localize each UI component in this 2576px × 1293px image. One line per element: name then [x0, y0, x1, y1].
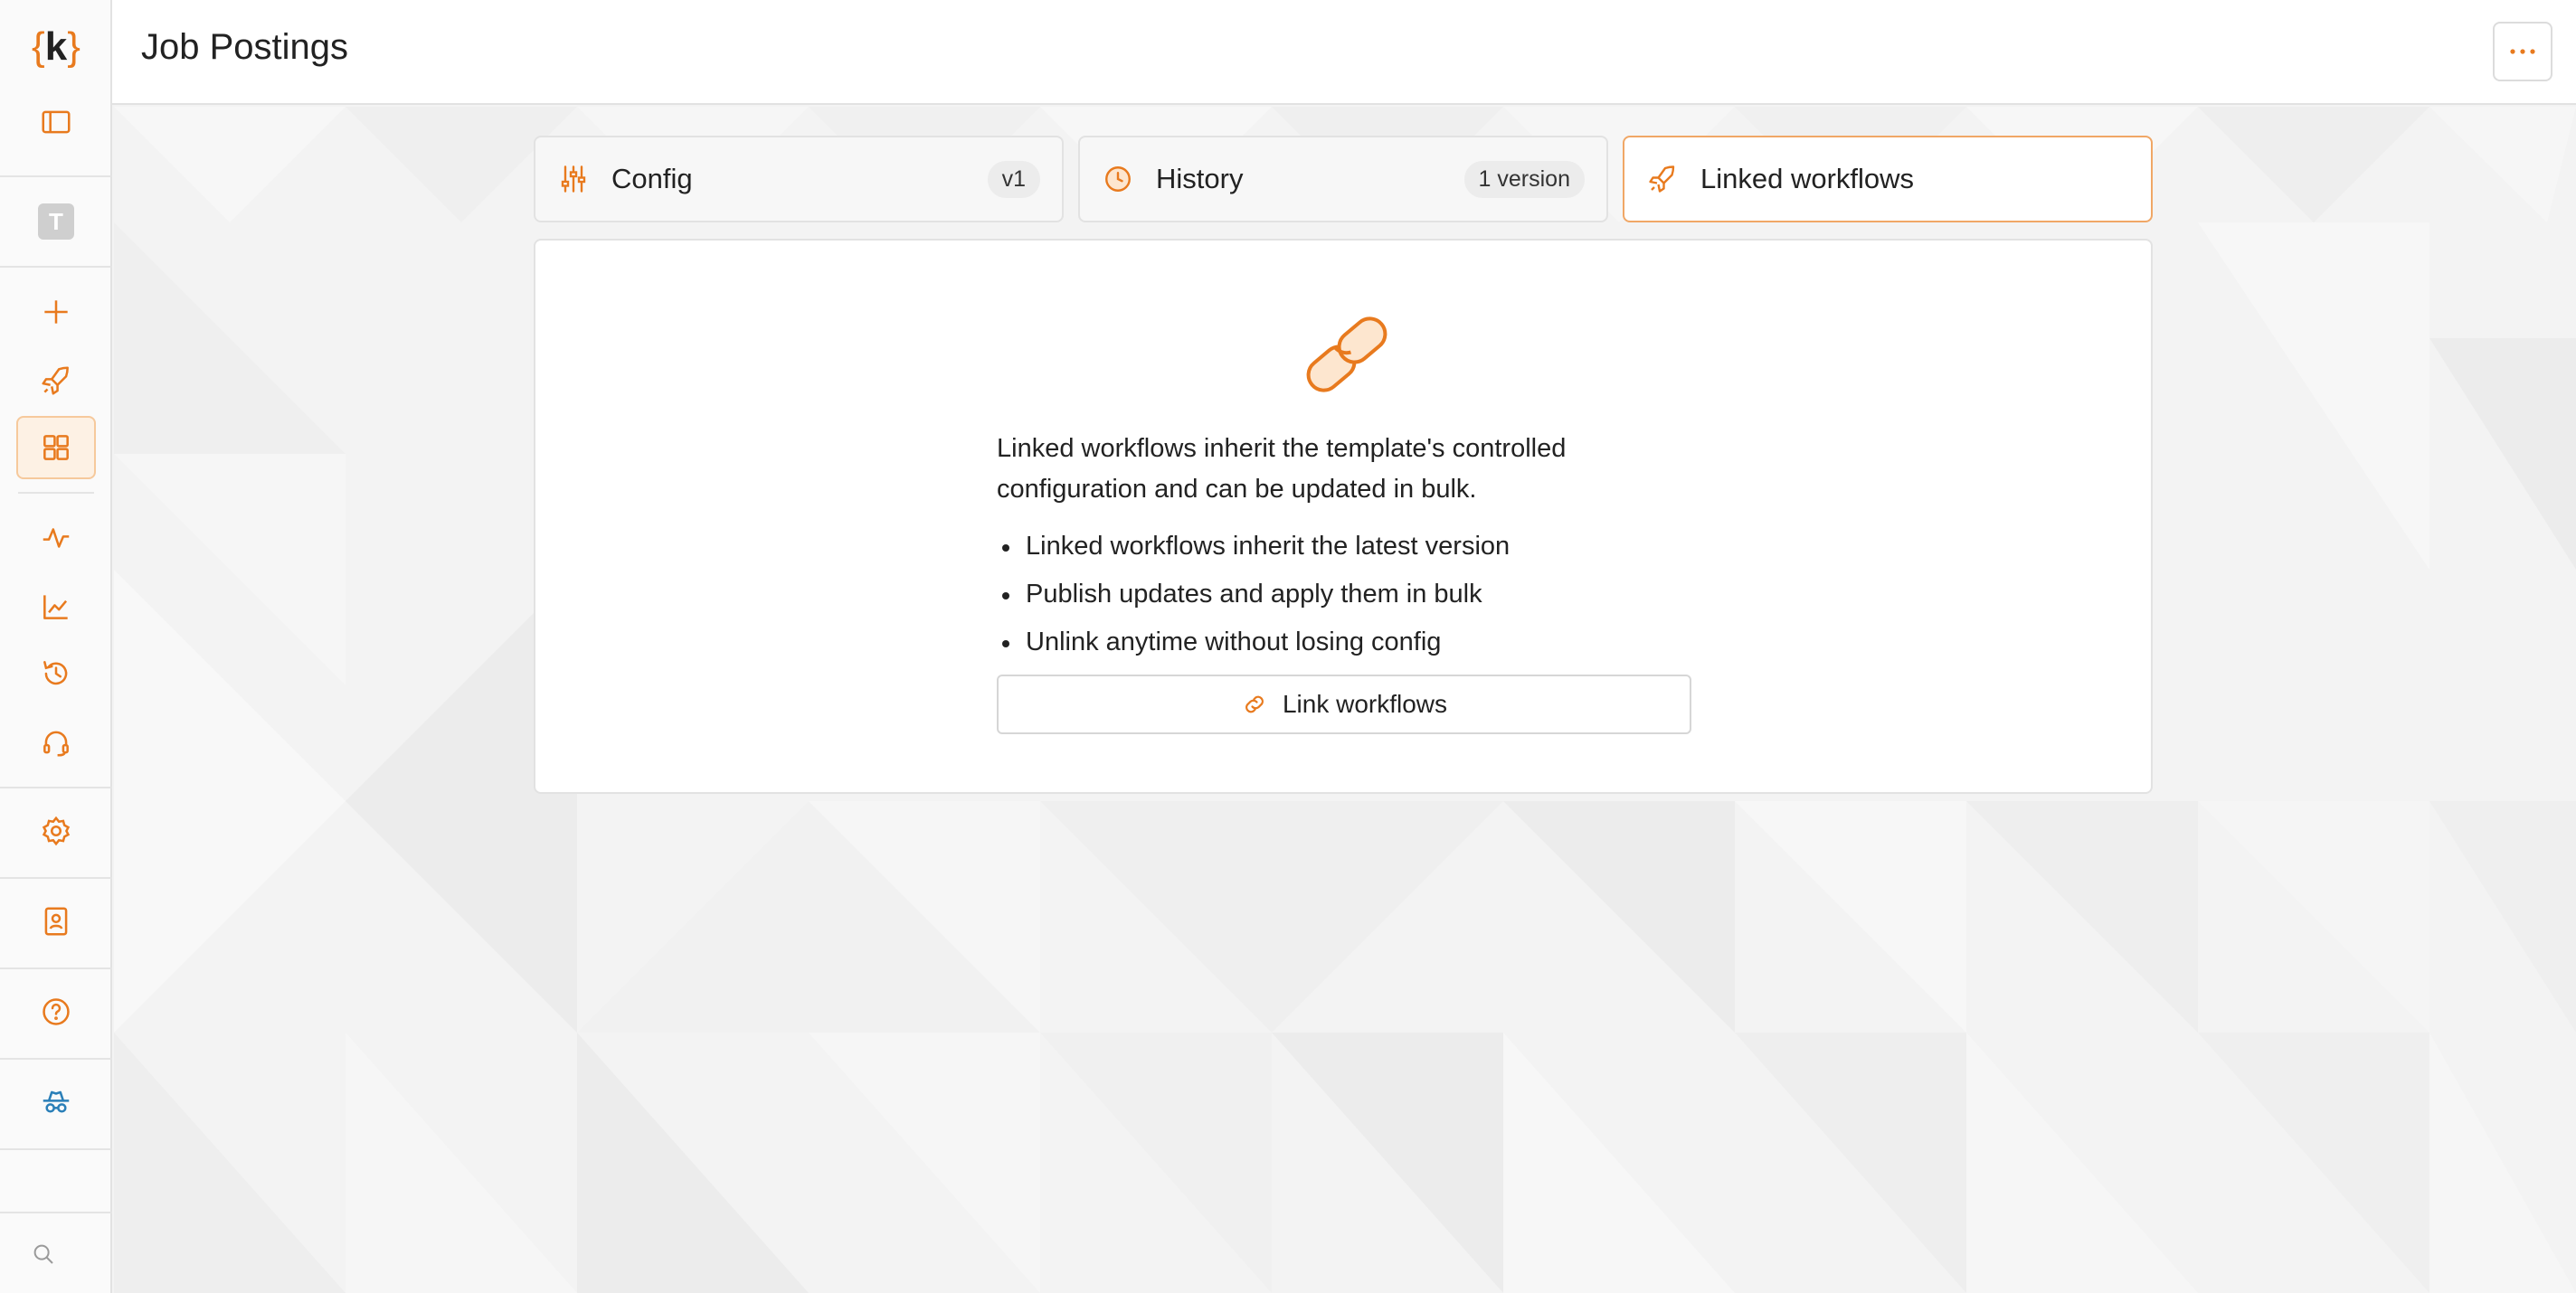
version-badge: v1 — [987, 160, 1040, 198]
sidebar-divider — [0, 967, 112, 969]
list-item: Linked workflows inherit the latest vers… — [997, 523, 1510, 571]
rocket-icon — [1649, 165, 1675, 193]
tab-config[interactable]: Config v1 — [534, 136, 1064, 222]
sidebar-search-button[interactable] — [16, 1222, 71, 1286]
rocket-icon — [42, 366, 69, 395]
list-item: Publish updates and apply them in bulk — [997, 571, 1510, 618]
sidebar-item-analytics[interactable] — [16, 575, 96, 638]
tab-history[interactable]: History 1 version — [1078, 136, 1608, 222]
incognito-icon — [43, 1090, 70, 1113]
sidebar-divider — [0, 1212, 112, 1213]
sidebar-divider — [0, 877, 112, 879]
sidebar-item-workflows[interactable] — [16, 349, 96, 412]
sidebar-divider — [18, 492, 94, 494]
feature-list: Linked workflows inherit the latest vers… — [997, 523, 1510, 666]
tab-label: History — [1156, 163, 1244, 194]
sliders-icon — [561, 165, 586, 193]
linked-workflows-panel: Linked workflows inherit the template's … — [534, 239, 2153, 794]
link-workflows-button-label: Link workflows — [1282, 690, 1448, 718]
gear-icon — [42, 816, 71, 846]
panel-toggle-icon — [42, 110, 71, 134]
sidebar-item-support[interactable] — [16, 711, 96, 774]
sidebar: {k} T — [0, 0, 112, 1293]
tab-label: Config — [611, 163, 693, 194]
link-icon — [1306, 316, 1387, 392]
panel-toggle-button[interactable] — [16, 90, 96, 154]
history-icon — [43, 661, 68, 685]
sidebar-item-incognito[interactable] — [16, 1071, 96, 1134]
link-icon — [1245, 695, 1264, 713]
sidebar-item-activity[interactable] — [16, 506, 96, 570]
link-workflows-button[interactable]: Link workflows — [997, 675, 1691, 734]
version-count-badge: 1 version — [1463, 160, 1585, 198]
page-title: Job Postings — [141, 27, 349, 67]
clock-icon — [1105, 166, 1131, 192]
search-icon — [33, 1244, 53, 1264]
sidebar-divider — [0, 175, 112, 177]
help-icon — [43, 998, 70, 1025]
tab-label: Linked workflows — [1700, 163, 1915, 194]
sidebar-divider — [0, 787, 112, 788]
chart-line-icon — [43, 595, 68, 619]
app-logo[interactable]: {k} — [0, 20, 112, 74]
sidebar-divider — [0, 1058, 112, 1060]
workspace-switcher[interactable]: T — [16, 190, 96, 253]
sidebar-item-settings[interactable] — [16, 799, 96, 863]
sidebar-item-create[interactable] — [16, 280, 96, 344]
workspace-avatar: T — [38, 203, 74, 240]
sidebar-divider — [0, 1148, 112, 1150]
sidebar-item-contacts[interactable] — [16, 890, 96, 953]
page-header: Job Postings — [112, 0, 2576, 105]
activity-icon — [43, 528, 70, 548]
more-options-button[interactable] — [2493, 22, 2552, 81]
sidebar-divider — [0, 266, 112, 268]
sidebar-item-templates[interactable] — [16, 416, 96, 479]
tab-linked-workflows[interactable]: Linked workflows — [1623, 136, 2153, 222]
contact-card-icon — [44, 907, 68, 936]
ellipsis-icon — [2510, 49, 2535, 54]
plus-icon — [44, 300, 68, 324]
panel-description: Linked workflows inherit the template's … — [997, 434, 1567, 504]
list-item: Unlink anytime without losing config — [997, 618, 1510, 666]
sidebar-item-history[interactable] — [16, 642, 96, 705]
headset-icon — [43, 731, 69, 757]
sidebar-item-help[interactable] — [16, 980, 96, 1043]
grid-icon — [43, 435, 69, 460]
